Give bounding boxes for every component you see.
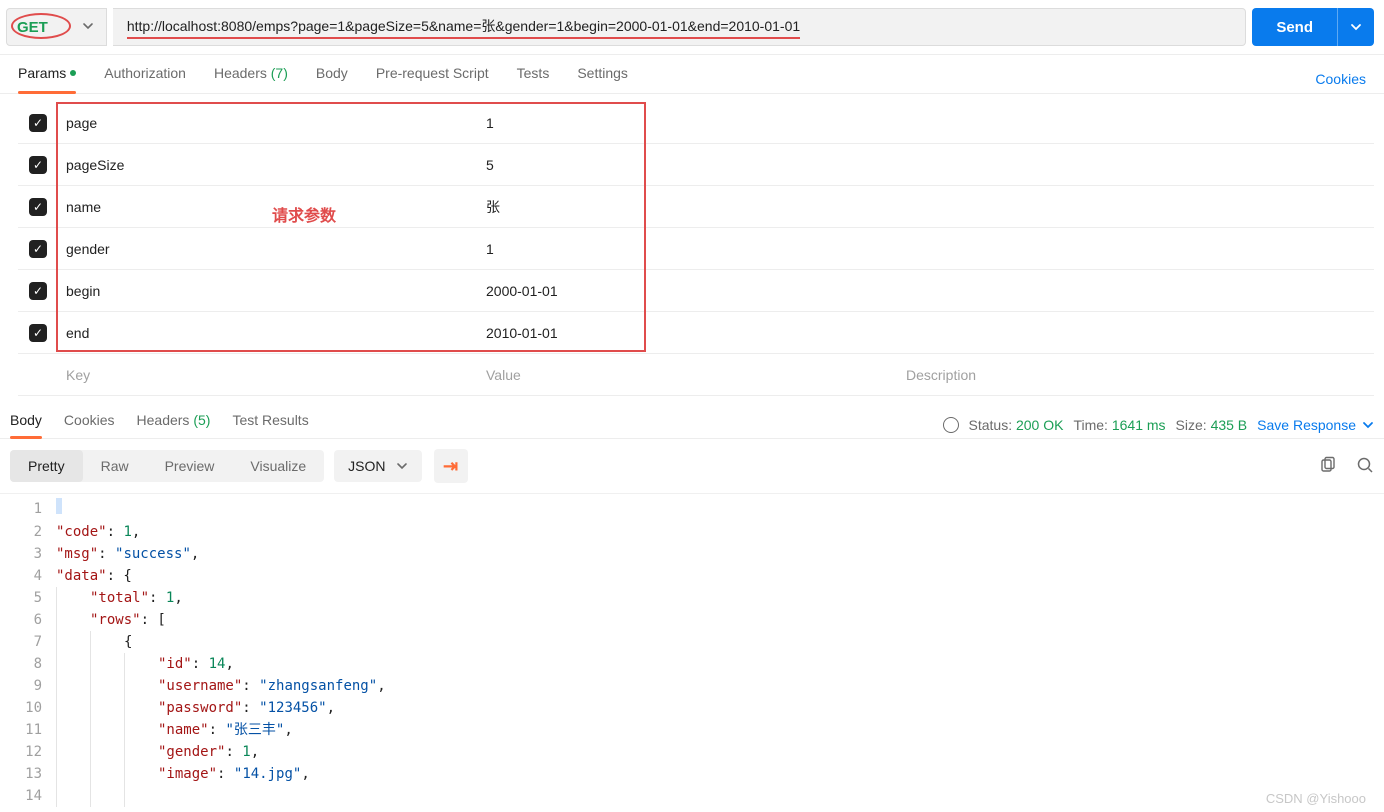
checkbox[interactable]: ✓ — [29, 198, 47, 216]
table-row: ✓ gender 1 — [18, 228, 1374, 270]
table-row: ✓ begin 2000-01-01 — [18, 270, 1374, 312]
annotation-text: 请求参数 — [272, 202, 336, 226]
method-label: GET — [17, 19, 48, 36]
send-label: Send — [1252, 19, 1337, 36]
modified-dot-icon — [70, 70, 76, 76]
time-block[interactable]: Time: 1641 ms — [1073, 417, 1165, 433]
url-input[interactable]: http://localhost:8080/emps?page=1&pageSi… — [113, 8, 1246, 46]
chevron-down-icon — [82, 19, 94, 35]
param-key[interactable]: name — [58, 199, 478, 215]
tab-prerequest[interactable]: Pre-request Script — [376, 65, 489, 93]
param-key[interactable]: gender — [58, 241, 478, 257]
cookies-link[interactable]: Cookies — [1315, 71, 1366, 87]
tab-headers[interactable]: Headers (7) — [214, 65, 288, 93]
param-key[interactable]: end — [58, 325, 478, 341]
globe-icon[interactable] — [943, 417, 959, 433]
table-row: ✓ end 2010-01-01 — [18, 312, 1374, 354]
param-key[interactable]: page — [58, 115, 478, 131]
table-row: ✓ page 1 — [18, 102, 1374, 144]
format-select[interactable]: JSON — [334, 450, 421, 482]
params-table: 请求参数 ✓ page 1 ✓ pageSize 5 ✓ name 张 ✓ ge… — [18, 102, 1374, 396]
request-tabs: Params Authorization Headers (7) Body Pr… — [0, 55, 1384, 94]
wrap-lines-icon[interactable]: ⇥ — [434, 449, 468, 483]
resp-tab-body[interactable]: Body — [10, 412, 42, 438]
url-text: http://localhost:8080/emps?page=1&pageSi… — [127, 16, 800, 39]
response-body[interactable]: 1 2 "code": 1, 3 "msg": "success", 4 "da… — [0, 494, 1384, 811]
view-visualize[interactable]: Visualize — [232, 450, 324, 482]
param-value[interactable]: 5 — [478, 157, 898, 173]
viewer-toolbar: Pretty Raw Preview Visualize JSON ⇥ — [0, 439, 1384, 494]
param-key[interactable]: begin — [58, 283, 478, 299]
param-key[interactable]: pageSize — [58, 157, 478, 173]
param-value[interactable]: 1 — [478, 241, 898, 257]
view-mode-segment: Pretty Raw Preview Visualize — [10, 450, 324, 482]
param-value[interactable]: 张 — [478, 197, 898, 217]
table-row: ✓ pageSize 5 — [18, 144, 1374, 186]
response-tabs: Body Cookies Headers (5) Test Results St… — [0, 396, 1384, 439]
view-preview[interactable]: Preview — [147, 450, 233, 482]
size-block[interactable]: Size: 435 B — [1176, 417, 1248, 433]
copy-icon[interactable] — [1318, 456, 1336, 477]
send-dropdown[interactable] — [1337, 8, 1374, 46]
resp-tab-test-results[interactable]: Test Results — [232, 412, 308, 438]
view-raw[interactable]: Raw — [83, 450, 147, 482]
tab-params[interactable]: Params — [18, 65, 76, 93]
watermark: CSDN @Yishooo — [1266, 791, 1366, 806]
save-response-button[interactable]: Save Response — [1257, 417, 1374, 433]
param-value[interactable]: 2010-01-01 — [478, 325, 898, 341]
param-value-placeholder[interactable]: Value — [478, 367, 898, 383]
checkbox[interactable]: ✓ — [29, 114, 47, 132]
param-value[interactable]: 1 — [478, 115, 898, 131]
checkbox[interactable]: ✓ — [29, 156, 47, 174]
table-row: ✓ name 张 — [18, 186, 1374, 228]
checkbox[interactable]: ✓ — [29, 240, 47, 258]
table-row-empty: Key Value Description — [18, 354, 1374, 396]
status-block[interactable]: Status: 200 OK — [969, 417, 1064, 433]
checkbox[interactable]: ✓ — [29, 282, 47, 300]
tab-tests[interactable]: Tests — [517, 65, 550, 93]
tab-body[interactable]: Body — [316, 65, 348, 93]
send-button[interactable]: Send — [1252, 8, 1374, 46]
search-icon[interactable] — [1356, 456, 1374, 477]
view-pretty[interactable]: Pretty — [10, 450, 83, 482]
param-description-placeholder[interactable]: Description — [898, 367, 1374, 383]
tab-settings[interactable]: Settings — [577, 65, 628, 93]
param-value[interactable]: 2000-01-01 — [478, 283, 898, 299]
resp-tab-cookies[interactable]: Cookies — [64, 412, 115, 438]
resp-tab-headers[interactable]: Headers (5) — [137, 412, 211, 438]
param-key-placeholder[interactable]: Key — [58, 367, 478, 383]
tab-authorization[interactable]: Authorization — [104, 65, 186, 93]
checkbox[interactable]: ✓ — [29, 324, 47, 342]
method-select[interactable]: GET — [6, 8, 107, 46]
